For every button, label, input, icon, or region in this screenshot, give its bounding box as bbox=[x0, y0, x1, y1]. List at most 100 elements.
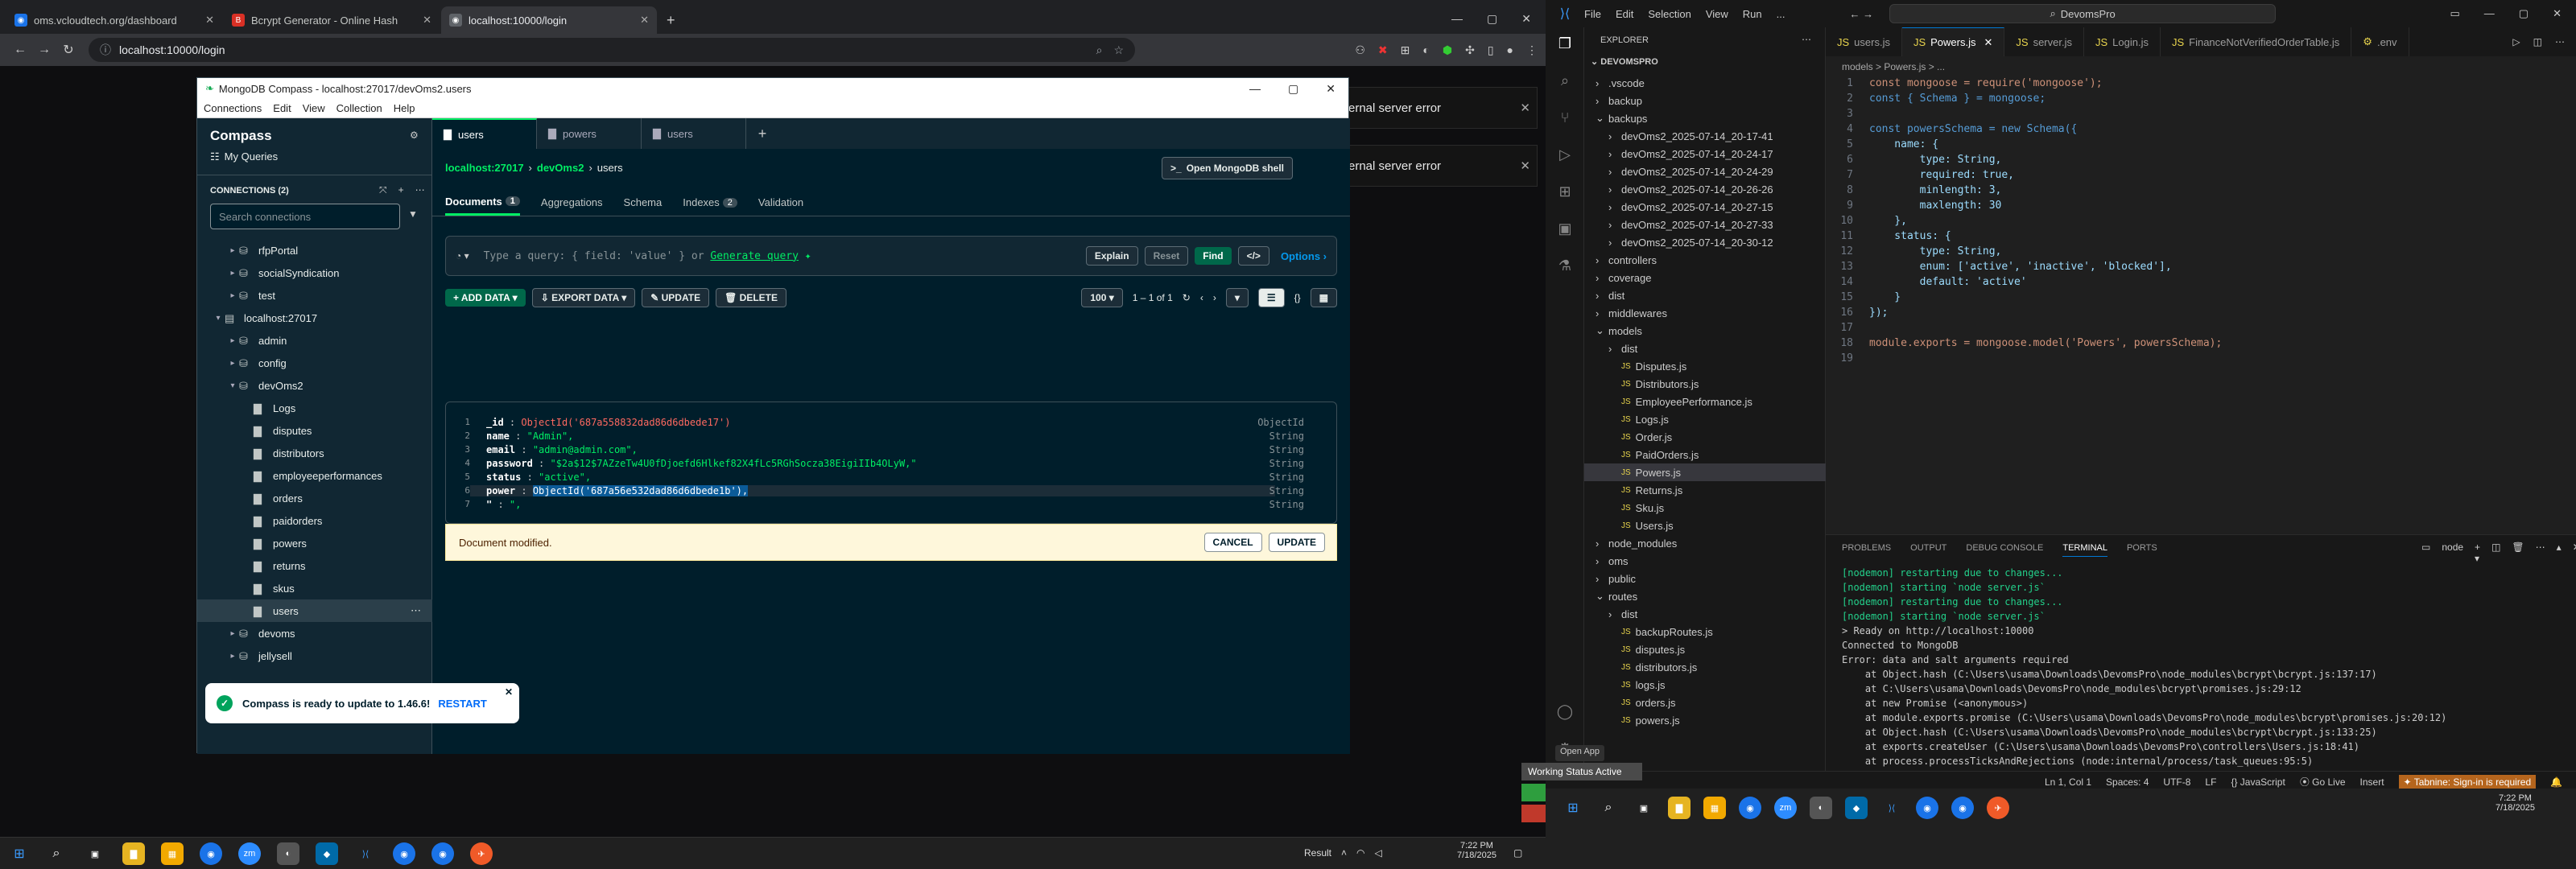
file-item[interactable]: JS Distributors.js bbox=[1584, 375, 1826, 393]
file-item[interactable]: JS distributors.js bbox=[1584, 658, 1826, 676]
connection-tree-item[interactable]: ▸ ⛁ devoms bbox=[197, 622, 432, 645]
code-line[interactable]: 9 maxlength: 30 bbox=[1826, 200, 2001, 215]
notification-icon[interactable]: ▢ bbox=[1513, 847, 1522, 859]
document-field[interactable]: _id : ObjectId('687a558832dad86d6dbede17… bbox=[486, 417, 730, 428]
code-line[interactable]: 19 bbox=[1826, 352, 1869, 368]
field-key[interactable]: power bbox=[486, 485, 515, 496]
connection-tree-item[interactable]: ▸ ⛁ config bbox=[197, 352, 432, 374]
page-size-select[interactable]: 100 ▾ bbox=[1081, 288, 1123, 307]
trash-icon[interactable]: 🗑 bbox=[2512, 542, 2524, 564]
tab-server-js[interactable]: JS server.js bbox=[2004, 27, 2084, 56]
extension-icon[interactable]: ⬢ bbox=[1443, 43, 1452, 57]
close-icon[interactable]: ✕ bbox=[2553, 7, 2562, 20]
file-item[interactable]: JS powers.js bbox=[1584, 711, 1826, 729]
document-editor[interactable]: 1 _id : ObjectId('687a558832dad86d6dbede1… bbox=[445, 402, 1337, 524]
clock[interactable]: 7:22 PM 7/18/2025 bbox=[1457, 841, 1496, 860]
update-button[interactable]: ✎ UPDATE bbox=[642, 288, 710, 307]
chevron-icon[interactable]: ▸ bbox=[226, 359, 239, 368]
zoom-icon[interactable]: ⌕ bbox=[1096, 43, 1103, 57]
add-connection-icon[interactable]: + bbox=[398, 184, 404, 196]
menu-more[interactable]: ... bbox=[1777, 8, 1785, 20]
folder-item[interactable]: › public bbox=[1584, 570, 1826, 587]
status-language[interactable]: {} JavaScript bbox=[2231, 776, 2285, 788]
connection-tree-item[interactable]: ▸ ⛁ admin bbox=[197, 329, 432, 352]
chrome-icon[interactable]: ◉ bbox=[1739, 797, 1761, 819]
status-eol[interactable]: LF bbox=[2205, 776, 2216, 788]
files-icon[interactable]: ❐ bbox=[1555, 35, 1575, 55]
menu-run[interactable]: Run bbox=[1743, 8, 1762, 20]
extension-icon[interactable]: ⊞ bbox=[1401, 43, 1410, 57]
code-line[interactable]: 13 enum: ['active', 'inactive', 'blocked… bbox=[1826, 261, 2171, 276]
connection-tree-item[interactable]: ▸ ⛁ jellysell bbox=[197, 645, 432, 667]
code-line[interactable]: 2 const { Schema } = mongoose; bbox=[1826, 93, 2046, 108]
result-widget[interactable]: Result bbox=[1304, 847, 1331, 859]
export-data-button[interactable]: ⇩ EXPORT DATA ▾ bbox=[531, 288, 636, 307]
code-line[interactable]: 14 default: 'active' bbox=[1826, 276, 2026, 291]
chevron-up-icon[interactable]: ˄ bbox=[1341, 847, 1347, 859]
folder-icon[interactable]: ▇ bbox=[122, 842, 145, 865]
field-type[interactable]: String bbox=[1269, 430, 1304, 442]
subtab-indexes[interactable]: Indexes 2 bbox=[683, 189, 737, 216]
windows-start-icon[interactable]: ⊞ bbox=[8, 842, 31, 865]
new-tab-button[interactable]: + bbox=[658, 6, 683, 34]
compass-app-icon[interactable]: ◐ bbox=[1810, 797, 1832, 819]
document-field[interactable]: email : "admin@admin.com", bbox=[486, 444, 638, 455]
field-type[interactable]: String bbox=[1269, 499, 1304, 510]
close-icon[interactable]: ✕ bbox=[205, 14, 214, 27]
tab-login-js[interactable]: JS Login.js bbox=[2084, 27, 2161, 56]
tab-users-js[interactable]: JS users.js bbox=[1826, 27, 1902, 56]
minimize-icon[interactable]: — bbox=[1451, 12, 1463, 26]
editor-breadcrumb[interactable]: models > Powers.js > ... bbox=[1842, 61, 1945, 72]
postman-icon[interactable]: ✈ bbox=[1987, 797, 2009, 819]
vscode-app-icon[interactable]: ⟩⟨ bbox=[1880, 797, 1903, 819]
profile-icon[interactable]: ● bbox=[1507, 43, 1513, 57]
field-type[interactable]: String bbox=[1269, 458, 1304, 469]
folder-item[interactable]: ⌄ routes bbox=[1584, 587, 1826, 605]
folder-item[interactable]: › node_modules bbox=[1584, 534, 1826, 552]
open-shell-button[interactable]: >_ Open MongoDB shell bbox=[1162, 157, 1294, 179]
file-item[interactable]: JS Users.js bbox=[1584, 517, 1826, 534]
folder-item[interactable]: › devOms2_2025-07-14_20-27-15 bbox=[1584, 198, 1826, 216]
open-app-tooltip[interactable]: Open App bbox=[1555, 745, 1604, 761]
panel-tab-ports[interactable]: PORTS bbox=[2127, 543, 2157, 557]
volume-icon[interactable]: ◁ bbox=[1375, 847, 1382, 859]
search-icon[interactable]: ⌕ bbox=[1555, 72, 1575, 92]
more-icon[interactable]: ⋮ bbox=[1526, 43, 1538, 57]
panel-tab-terminal[interactable]: TERMINAL bbox=[2062, 543, 2107, 557]
maximize-icon[interactable]: ▴ bbox=[2557, 542, 2562, 564]
folder-icon[interactable]: ▇ bbox=[1668, 797, 1690, 819]
browser-tab-login[interactable]: ◉ localhost:10000/login ✕ bbox=[441, 6, 657, 34]
history-icon[interactable]: ◔ ▾ bbox=[456, 250, 469, 262]
close-icon[interactable]: ✕ bbox=[423, 14, 431, 27]
code-line[interactable]: 17 bbox=[1826, 322, 1869, 337]
maximize-icon[interactable]: ▢ bbox=[2519, 7, 2529, 20]
browser-tab-dashboard[interactable]: ◉ oms.vcloudtech.org/dashboard ✕ bbox=[6, 6, 222, 34]
field-type[interactable]: ObjectId bbox=[1257, 417, 1304, 428]
testing-icon[interactable]: ⚗ bbox=[1555, 257, 1575, 277]
menu-connections[interactable]: Connections bbox=[204, 102, 262, 114]
status-tabnine[interactable]: ✦ Tabnine: Sign-in is required bbox=[2398, 774, 2537, 789]
new-terminal-icon[interactable]: + ▾ bbox=[2475, 542, 2480, 564]
field-key[interactable]: name bbox=[486, 430, 510, 442]
field-key[interactable]: email bbox=[486, 444, 515, 455]
code-line[interactable]: 18 module.exports = mongoose.model('Power… bbox=[1826, 337, 2222, 352]
bell-icon[interactable]: 🔔 bbox=[2550, 776, 2562, 788]
subtab-schema[interactable]: Schema bbox=[624, 189, 663, 216]
file-item[interactable]: JS Disputes.js bbox=[1584, 357, 1826, 375]
my-queries-link[interactable]: ☷ My Queries bbox=[210, 150, 278, 163]
list-view-icon[interactable]: ☰ bbox=[1257, 288, 1285, 307]
reload-icon[interactable]: ↻ bbox=[56, 42, 80, 58]
code-line[interactable]: 15 } bbox=[1826, 291, 1901, 307]
file-item[interactable]: JS EmployeePerformance.js bbox=[1584, 393, 1826, 410]
close-icon[interactable]: ✕ bbox=[505, 686, 513, 698]
chevron-icon[interactable]: ▸ bbox=[226, 291, 239, 300]
folder-item[interactable]: ⌄ backups bbox=[1584, 109, 1826, 127]
status-indent[interactable]: Spaces: 4 bbox=[2106, 776, 2149, 788]
add-data-button[interactable]: + ADD DATA ▾ bbox=[445, 289, 526, 307]
connection-tree-item[interactable]: ▇ paidorders bbox=[197, 509, 432, 532]
more-icon[interactable]: ⋯ bbox=[1802, 34, 1811, 45]
add-tab-icon[interactable]: + bbox=[746, 118, 778, 149]
code-line[interactable]: 8 minlength: 3, bbox=[1826, 184, 2001, 200]
chevron-icon[interactable]: ▸ bbox=[226, 629, 239, 638]
chevron-icon[interactable]: ▸ bbox=[226, 652, 239, 661]
